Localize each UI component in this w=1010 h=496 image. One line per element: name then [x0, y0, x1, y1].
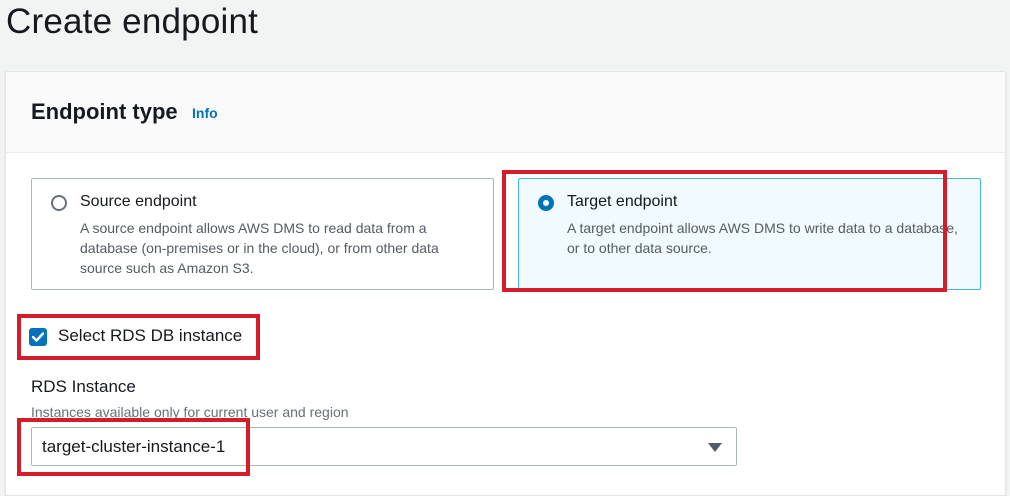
target-endpoint-radio[interactable] — [538, 195, 554, 211]
source-endpoint-tile[interactable]: Source endpoint A source endpoint allows… — [31, 178, 494, 290]
source-endpoint-description: A source endpoint allows AWS DMS to read… — [80, 220, 439, 276]
select-rds-checkbox-label: Select RDS DB instance — [58, 326, 243, 345]
rds-instance-description: Instances available only for current use… — [31, 404, 349, 420]
rds-instance-label: RDS Instance — [31, 377, 136, 396]
endpoint-type-panel: Endpoint type Info Source endpoint A sou… — [5, 71, 1006, 496]
panel-header: Endpoint type Info — [6, 72, 1005, 153]
select-rds-checkbox[interactable] — [29, 328, 47, 346]
rds-instance-select[interactable]: target-cluster-instance-1 — [31, 427, 737, 466]
page-title: Create endpoint — [6, 2, 259, 41]
rds-instance-value: target-cluster-instance-1 — [42, 437, 226, 456]
source-endpoint-radio[interactable] — [51, 195, 67, 211]
checkmark-icon — [31, 332, 45, 342]
target-endpoint-title: Target endpoint — [567, 193, 678, 210]
caret-down-icon[interactable] — [708, 443, 722, 452]
section-title: Endpoint type — [31, 99, 178, 124]
info-link[interactable]: Info — [192, 105, 218, 121]
source-endpoint-title: Source endpoint — [80, 193, 197, 210]
target-endpoint-tile[interactable]: Target endpoint A target endpoint allows… — [518, 178, 981, 290]
target-endpoint-description: A target endpoint allows AWS DMS to writ… — [567, 220, 958, 256]
